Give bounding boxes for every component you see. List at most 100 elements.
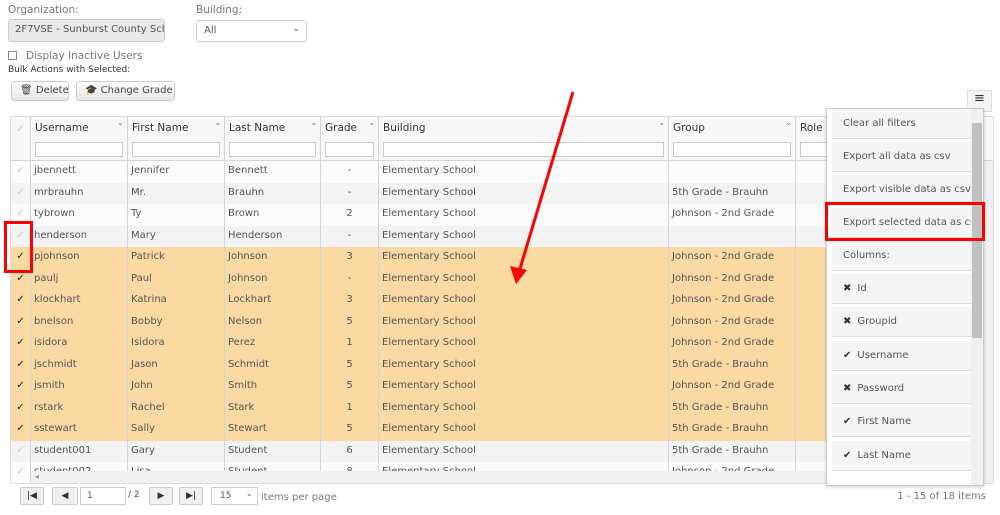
column-header[interactable]: Last Name ⌄ — [225, 117, 321, 161]
delete-button[interactable]: 🗑 Delete — [11, 81, 69, 101]
chevron-down-icon[interactable]: ⌄ — [785, 118, 792, 127]
first-page-icon: |◀ — [27, 491, 37, 501]
chevron-down-icon[interactable]: ⌄ — [658, 118, 665, 127]
cell-l: Johnson — [225, 268, 321, 290]
scroll-left-icon[interactable]: ◂ — [35, 472, 39, 481]
cell-g: 3 — [321, 290, 379, 312]
chevron-down-icon: ⌄ — [245, 489, 253, 499]
cell-u: paulj — [31, 268, 128, 290]
cell-u: sstewart — [31, 419, 128, 441]
cell-u: klockhart — [31, 290, 128, 312]
page-size-select[interactable]: 15 ⌄ — [211, 487, 258, 505]
column-toggle[interactable]: ✔ Last Name — [832, 440, 971, 471]
cell-b: Elementary School — [379, 440, 669, 462]
chevron-down-icon[interactable]: ⌄ — [310, 118, 317, 127]
row-checkbox[interactable]: ✓ — [11, 333, 31, 355]
cell-g: 3 — [321, 247, 379, 269]
column-title: Group — [673, 122, 705, 134]
cell-f: Patrick — [128, 247, 225, 269]
cell-l: Stark — [225, 397, 321, 419]
menu-item[interactable]: Export all data as csv — [832, 142, 971, 172]
chevron-down-icon[interactable]: ⌄ — [368, 118, 375, 127]
cell-u: henderson — [31, 225, 128, 247]
chevron-down-icon: ⌄ — [292, 24, 300, 34]
column-toggle[interactable]: ✔ Username — [832, 340, 971, 371]
cell-l: Lockhart — [225, 290, 321, 312]
x-icon: ✖ — [843, 316, 852, 328]
cell-f: Katrina — [128, 290, 225, 312]
chevron-down-icon[interactable]: ⌄ — [214, 118, 221, 127]
cell-gr: Johnson - 2nd Grade — [669, 268, 796, 290]
column-title: Last Name — [229, 122, 286, 134]
column-toggle-label: Last Name — [857, 449, 911, 461]
cell-l: Stewart — [225, 419, 321, 441]
vertical-scrollbar[interactable] — [984, 161, 993, 471]
cell-l: Johnson — [225, 247, 321, 269]
last-page-icon: ▶| — [186, 491, 196, 501]
cell-f: Isidora — [128, 333, 225, 355]
cell-u: jschmidt — [31, 354, 128, 376]
cell-g: 2 — [321, 204, 379, 226]
column-toggle[interactable]: ✖ Groupid — [832, 307, 971, 338]
row-checkbox[interactable]: ✓ — [11, 376, 31, 398]
column-filter-input[interactable] — [673, 142, 791, 157]
first-page-button[interactable]: |◀ — [20, 487, 44, 505]
cell-gr: 5th Grade - Brauhn — [669, 354, 796, 376]
hamburger-icon: ≡ — [974, 91, 985, 106]
column-filter-input[interactable] — [325, 142, 374, 157]
page-size-value: 15 — [220, 491, 232, 501]
row-checkbox[interactable]: ✓ — [11, 290, 31, 312]
last-page-button[interactable]: ▶| — [179, 487, 203, 505]
column-toggle[interactable]: ✖ Password — [832, 373, 971, 404]
row-checkbox[interactable]: ✓ — [11, 182, 31, 204]
column-toggle[interactable]: ✔ First Name — [832, 407, 971, 438]
column-title: Role — [800, 122, 823, 134]
inactive-checkbox[interactable] — [8, 51, 17, 60]
column-toggle[interactable]: ✖ Id — [832, 274, 971, 304]
cell-f: Rachel — [128, 397, 225, 419]
cell-u: isidora — [31, 333, 128, 355]
menu-item[interactable]: Export visible data as csv — [832, 175, 971, 205]
row-checkbox[interactable]: ✓ — [11, 354, 31, 376]
column-filter-input[interactable] — [229, 142, 316, 157]
chevron-down-icon[interactable]: ⌄ — [117, 118, 124, 127]
change-grade-button[interactable]: 🎓 Change Grade — [76, 81, 175, 101]
column-header[interactable]: First Name ⌄ — [128, 117, 225, 161]
page-input[interactable]: 1 — [80, 487, 126, 505]
cell-g: - — [321, 161, 379, 183]
row-checkbox[interactable]: ✓ — [11, 440, 31, 462]
cell-b: Elementary School — [379, 204, 669, 226]
row-checkbox[interactable]: ✓ — [11, 311, 31, 333]
cell-l: Brown — [225, 204, 321, 226]
column-filter-input[interactable] — [383, 142, 664, 157]
row-checkbox[interactable]: ✓ — [11, 161, 31, 183]
column-toggle-label: Id — [857, 283, 867, 294]
cell-b: Elementary School — [379, 397, 669, 419]
row-checkbox[interactable]: ✓ — [11, 462, 31, 483]
row-checkbox[interactable]: ✓ — [11, 397, 31, 419]
menu-item[interactable]: Clear all filters — [832, 109, 971, 139]
cell-b: Elementary School — [379, 333, 669, 355]
bulk-label: Bulk Actions with Selected: — [8, 65, 131, 75]
column-header[interactable]: Group ⌄ — [669, 117, 796, 161]
column-filter-input[interactable] — [35, 142, 123, 157]
row-checkbox[interactable]: ✓ — [11, 419, 31, 441]
column-header[interactable]: Username ⌄ — [31, 117, 128, 161]
column-filter-input[interactable] — [132, 142, 220, 157]
column-title: Building — [383, 122, 426, 134]
check-icon: ✔ — [843, 349, 852, 361]
trash-icon: 🗑 — [20, 85, 33, 96]
column-header[interactable]: Grade ⌄ — [321, 117, 379, 161]
cell-u: rstark — [31, 397, 128, 419]
cell-gr: 5th Grade - Brauhn — [669, 397, 796, 419]
prev-page-button[interactable]: ◀ — [52, 487, 78, 505]
menu-scrollbar[interactable] — [971, 109, 983, 485]
cell-gr: 5th Grade - Brauhn — [669, 182, 796, 204]
next-page-button[interactable]: ▶ — [149, 487, 173, 505]
column-header[interactable]: Building ⌄ — [379, 117, 669, 161]
cell-l: Student — [225, 440, 321, 462]
building-select[interactable]: All ⌄ — [196, 20, 307, 42]
cell-gr: Johnson - 2nd Grade — [669, 376, 796, 398]
select-all-checkbox[interactable]: ✓ — [11, 117, 31, 161]
cell-gr — [669, 225, 796, 247]
